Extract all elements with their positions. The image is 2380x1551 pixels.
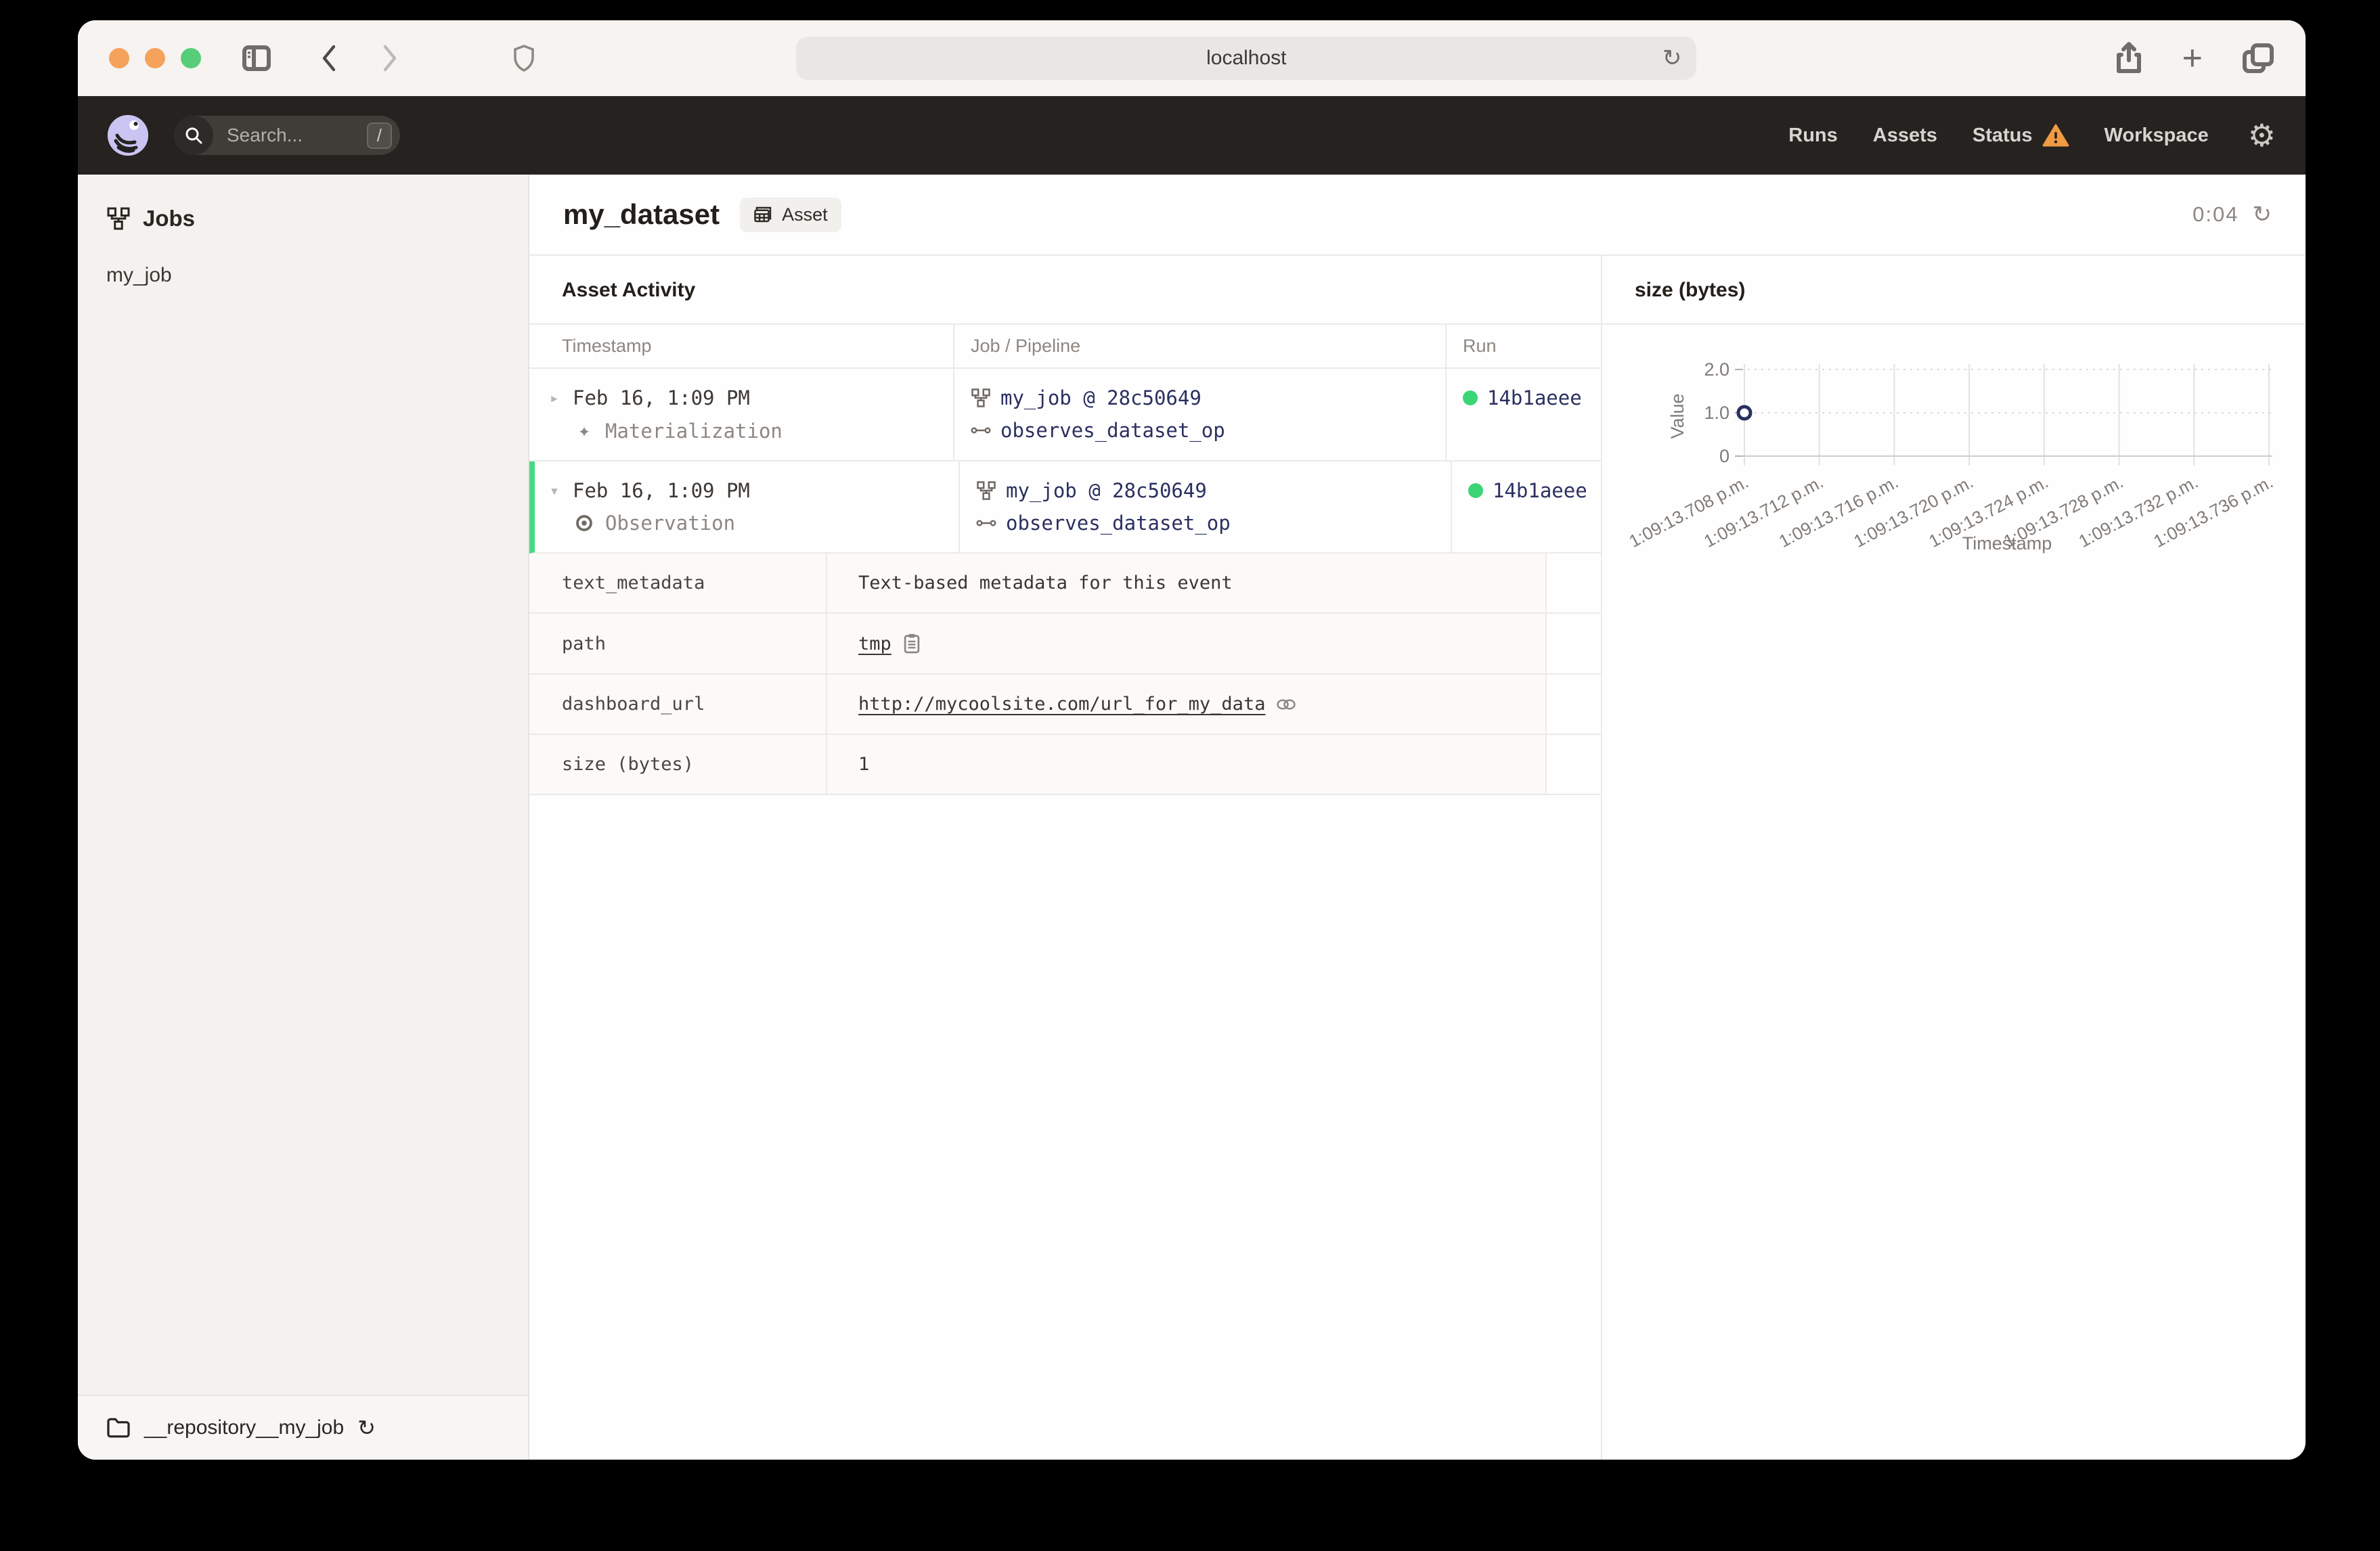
y-axis-label: Value <box>1667 393 1688 439</box>
path-link[interactable]: tmp <box>858 633 891 654</box>
url-text: localhost <box>1206 47 1287 69</box>
metadata-row: size (bytes) 1 <box>529 735 1601 795</box>
warning-icon <box>2042 124 2069 147</box>
sidebar-toggle-icon[interactable] <box>242 45 271 72</box>
event-timestamp: Feb 16, 1:09 PM <box>573 386 750 409</box>
main-panel: my_dataset Asset 0:04 ↻ Asset Activity T… <box>529 175 2306 1460</box>
size-bytes-chart: 2.0 1.0 0 Value 1:09:13.708 p.m. 1:09:13… <box>1602 325 2306 595</box>
copy-clipboard-icon[interactable] <box>902 633 921 654</box>
zoom-button[interactable] <box>181 48 201 68</box>
traffic-lights <box>109 48 201 68</box>
dagster-logo[interactable] <box>108 115 148 156</box>
browser-window: localhost ↻ + Search... / Runs Assets St… <box>78 20 2306 1460</box>
search-placeholder: Search... <box>227 125 303 145</box>
tab-overview-icon[interactable] <box>2242 43 2274 74</box>
jobs-graph-icon <box>107 207 130 230</box>
metadata-row: path tmp <box>529 614 1601 675</box>
nav-workspace[interactable]: Workspace <box>2104 125 2209 147</box>
nav-assets[interactable]: Assets <box>1873 125 1937 147</box>
materialization-icon: ✦ <box>577 419 591 443</box>
left-sidebar: Jobs my_job __repository__my_job ↻ <box>78 175 529 1460</box>
job-link[interactable]: my_job @ 28c50649 <box>1000 386 1202 409</box>
run-success-dot <box>1468 483 1483 498</box>
job-link[interactable]: my_job @ 28c50649 <box>1006 479 1207 502</box>
jobs-title: Jobs <box>143 206 196 231</box>
x-axis-label: Timestamp <box>1962 533 2052 554</box>
job-graph-icon <box>977 481 996 500</box>
table-row-observation: ▾ Feb 16, 1:09 PM Observation my_job @ 2… <box>529 462 1601 554</box>
refresh-timer: 0:04 <box>2192 202 2239 226</box>
event-type: Materialization <box>605 419 783 443</box>
privacy-shield-icon[interactable] <box>512 44 535 72</box>
close-button[interactable] <box>109 48 129 68</box>
table-row-materialization: ▸ Feb 16, 1:09 PM ✦ Materialization my_j… <box>529 369 1601 462</box>
sidebar-item-my-job[interactable]: my_job <box>106 264 500 287</box>
search-icon <box>174 116 213 155</box>
op-link[interactable]: observes_dataset_op <box>1000 419 1225 442</box>
minimize-button[interactable] <box>145 48 165 68</box>
dashboard-url-link[interactable]: http://mycoolsite.com/url_for_my_data <box>858 694 1265 715</box>
reload-icon[interactable]: ↻ <box>1662 45 1682 72</box>
column-job-pipeline: Job / Pipeline <box>954 325 1447 367</box>
activity-table-header: Timestamp Job / Pipeline Run <box>529 325 1601 369</box>
metadata-key: path <box>529 614 827 673</box>
asset-tag-label: Asset <box>782 204 828 225</box>
new-tab-icon[interactable]: + <box>2182 41 2203 76</box>
column-run: Run <box>1463 336 1497 356</box>
search-input[interactable]: Search... / <box>174 116 400 155</box>
metadata-row: dashboard_url http://mycoolsite.com/url_… <box>529 675 1601 735</box>
metadata-row: text_metadata Text-based metadata for th… <box>529 554 1601 614</box>
expand-caret-icon[interactable]: ▸ <box>546 388 563 407</box>
asset-activity-panel: Asset Activity Timestamp Job / Pipeline … <box>529 256 1602 1460</box>
metadata-key: dashboard_url <box>529 675 827 734</box>
run-id-link[interactable]: 14b1aeee <box>1493 479 1587 502</box>
page-title: my_dataset <box>563 198 720 230</box>
chart-title: size (bytes) <box>1602 256 2306 325</box>
op-icon <box>971 427 991 434</box>
search-shortcut-badge: / <box>366 122 392 149</box>
event-timestamp: Feb 16, 1:09 PM <box>573 479 750 502</box>
data-point[interactable] <box>1736 405 1753 421</box>
metadata-value: Text-based metadata for this event <box>858 572 1233 593</box>
ytick-2: 2.0 <box>1704 359 1729 380</box>
app-navbar: Search... / Runs Assets Status Workspace… <box>78 96 2306 175</box>
repository-name: __repository__my_job <box>144 1416 345 1439</box>
job-graph-icon <box>971 388 990 407</box>
run-id-link[interactable]: 14b1aeee <box>1487 386 1582 409</box>
nav-status-label: Status <box>1972 124 2033 146</box>
address-bar[interactable]: localhost ↻ <box>796 37 1697 80</box>
back-icon[interactable] <box>320 44 338 72</box>
metadata-value: 1 <box>858 754 870 775</box>
repository-refresh-icon[interactable]: ↻ <box>357 1415 376 1441</box>
forward-icon[interactable] <box>381 44 399 72</box>
size-bytes-chart-panel: size (bytes) 2.0 1.0 0 Value 1:09:13.708… <box>1602 256 2306 1460</box>
ytick-0: 0 <box>1719 446 1729 466</box>
folder-icon <box>107 1418 130 1438</box>
metadata-key: size (bytes) <box>529 735 827 794</box>
column-timestamp: Timestamp <box>529 325 954 367</box>
scatter-chart-svg: 2.0 1.0 0 Value 1:09:13.708 p.m. 1:09:13… <box>1625 359 2276 554</box>
repository-bar: __repository__my_job ↻ <box>78 1395 528 1460</box>
xtick: 1:09:13.708 p.m. <box>1625 472 1751 552</box>
asset-tag[interactable]: Asset <box>740 197 841 232</box>
nav-status[interactable]: Status <box>1973 123 2069 148</box>
metadata-key: text_metadata <box>529 554 827 612</box>
op-icon <box>976 520 996 526</box>
external-link-chain-icon <box>1277 699 1296 709</box>
asset-table-icon <box>754 206 772 223</box>
settings-gear-icon[interactable]: ⚙ <box>2248 120 2276 151</box>
asset-activity-heading: Asset Activity <box>529 256 1601 325</box>
collapse-caret-icon[interactable]: ▾ <box>546 481 563 500</box>
event-type: Observation <box>605 512 736 535</box>
share-icon[interactable] <box>2115 41 2143 75</box>
nav-runs[interactable]: Runs <box>1788 125 1838 147</box>
observation-eye-icon <box>576 515 592 531</box>
ytick-1: 1.0 <box>1704 403 1729 423</box>
refresh-icon[interactable]: ↻ <box>2253 201 2272 228</box>
op-link[interactable]: observes_dataset_op <box>1006 512 1231 535</box>
run-success-dot <box>1463 390 1478 405</box>
browser-chrome: localhost ↻ + <box>78 20 2306 96</box>
